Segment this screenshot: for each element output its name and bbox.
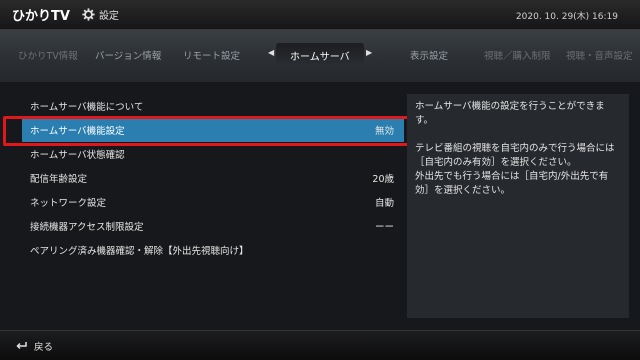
tab-display-settings[interactable]: 表示設定: [410, 48, 448, 62]
menu-item-access-restriction[interactable]: 接続機器アクセス制限設定 ーー: [22, 214, 404, 238]
description-text: ホームサーバ機能の設定を行うことができます。: [415, 101, 605, 126]
menu-item-label: ネットワーク設定: [30, 198, 107, 209]
category-tabs: ひかりTV情報 バージョン情報 リモート設定 ◀ ホームサーバ ▶ 表示設定 視…: [0, 30, 640, 82]
tab-home-server[interactable]: ホームサーバ: [276, 43, 364, 65]
menu-item-network-setting[interactable]: ネットワーク設定 自動: [22, 190, 404, 214]
menu-item-label: ペアリング済み機器確認・解除【外出先視聴向け】: [30, 246, 249, 257]
description-text: テレビ番組の視聴を自宅内のみで行う場合には［自宅内のみ有効］を選択ください。: [415, 143, 615, 168]
back-label: 戻る: [34, 341, 54, 353]
main-content: ホームサーバ機能について ホームサーバ機能設定 無効 ホームサーバ状態確認 配信…: [0, 82, 640, 330]
tab-remote-settings[interactable]: リモート設定: [183, 48, 240, 62]
highlight-frame: [3, 116, 410, 146]
tab-right-arrow-icon[interactable]: ▶: [366, 48, 372, 57]
menu-item-about[interactable]: ホームサーバ機能について: [22, 94, 404, 118]
menu-item-label: 接続機器アクセス制限設定: [30, 222, 144, 233]
settings-list: ホームサーバ機能について ホームサーバ機能設定 無効 ホームサーバ状態確認 配信…: [3, 94, 410, 318]
description-text: 外出先でも行う場合には［自宅内/外出先で有効］を選択ください。: [415, 171, 609, 196]
menu-item-value: ーー: [374, 222, 394, 233]
footer-bar: 戻る: [0, 330, 640, 360]
top-bar: ひかりTV 設定 2020. 10. 29(木) 16:19: [0, 0, 640, 30]
gear-icon: [82, 8, 95, 21]
description-panel: ホームサーバ機能の設定を行うことができます。 テレビ番組の視聴を自宅内のみで行う…: [407, 94, 629, 318]
page-title: 設定: [98, 11, 119, 22]
tab-hikari-info[interactable]: ひかりTV情報: [18, 48, 78, 62]
menu-item-age-setting[interactable]: 配信年齢設定 20歳: [22, 166, 404, 190]
menu-item-label: ホームサーバ機能について: [30, 102, 144, 113]
app-logo: ひかりTV: [12, 9, 70, 24]
tab-viewing-purchase-limits[interactable]: 視聴／購入制限: [484, 48, 551, 62]
menu-item-label: ホームサーバ状態確認: [30, 150, 125, 161]
tab-version-info[interactable]: バージョン情報: [95, 48, 161, 62]
menu-item-value: 自動: [374, 198, 394, 209]
tab-audio-settings[interactable]: 視聴・音声設定: [566, 48, 633, 62]
return-arrow-icon: [16, 341, 27, 349]
datetime-display: 2020. 10. 29(木) 16:19: [515, 12, 618, 22]
back-button[interactable]: 戻る: [16, 339, 53, 353]
menu-item-label: 配信年齢設定: [30, 174, 88, 185]
menu-item-paired-devices[interactable]: ペアリング済み機器確認・解除【外出先視聴向け】: [22, 238, 404, 262]
menu-item-value: 20歳: [372, 174, 394, 185]
tab-left-arrow-icon[interactable]: ◀: [268, 48, 274, 57]
